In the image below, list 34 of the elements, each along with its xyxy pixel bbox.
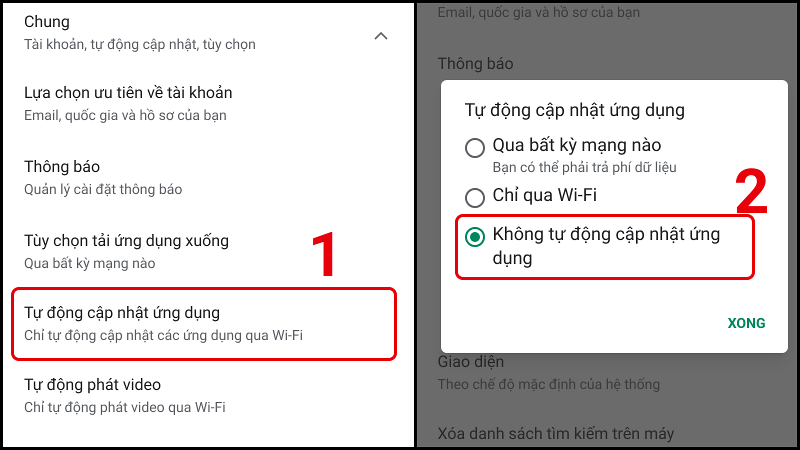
radio-option[interactable]: Qua bất kỳ mạng nào Bạn có thể phải trả phí dữ liệu bbox=[464, 134, 704, 178]
item-title: Thông báo bbox=[438, 53, 515, 75]
settings-item[interactable]: Tự động cập nhật ứng dụng Chỉ tự động cập nhật các ứng dụng qua Wi-Fi bbox=[11, 287, 396, 361]
section-subtitle: Tài khoản, tự động cập nhật, tùy chọn bbox=[24, 36, 256, 55]
settings-item[interactable]: Lựa chọn ưu tiên về tài khoản Email, quốc gia và hồ sơ của bạn bbox=[24, 67, 233, 141]
chevron-up-icon[interactable] bbox=[374, 31, 388, 40]
done-button[interactable]: XONG bbox=[726, 310, 768, 339]
item-subtitle: Quản lý cài đặt thông báo bbox=[24, 181, 182, 200]
section-title: Chung bbox=[24, 11, 71, 33]
step-number: 1 bbox=[308, 225, 344, 287]
item-title: Giao diện bbox=[438, 351, 506, 373]
settings-item[interactable]: Tùy chọn tải ứng dụng xuống Qua bất kỳ mạng nào bbox=[24, 215, 230, 289]
item-title: Thông báo bbox=[24, 156, 102, 178]
item-subtitle: Qua bất kỳ mạng nào bbox=[24, 255, 156, 274]
radio-option[interactable]: Không tự động cập nhật ứng dụng bbox=[454, 214, 754, 280]
item-title: Tự động cập nhật ứng dụng bbox=[24, 302, 222, 324]
settings-item[interactable]: Tự động phát video Chỉ tự động phát video qua Wi-Fi bbox=[24, 359, 226, 433]
item-title: Tự động phát video bbox=[24, 374, 162, 396]
settings-item[interactable]: Thông báo Quản lý cài đặt thông báo bbox=[24, 141, 182, 215]
radio-button[interactable] bbox=[464, 227, 484, 247]
radio-option[interactable]: Chỉ qua Wi-Fi bbox=[464, 184, 704, 208]
option-label: Không tự động cập nhật ứng dụng bbox=[492, 223, 722, 271]
radio-button[interactable] bbox=[464, 188, 484, 208]
option-label: Chỉ qua Wi-Fi bbox=[492, 184, 598, 208]
dialog-title: Tự động cập nhật ứng dụng bbox=[464, 99, 686, 123]
item-subtitle: Email, quốc gia và hồ sơ của bạn bbox=[24, 107, 228, 126]
option-label: Qua bất kỳ mạng nào bbox=[492, 134, 663, 158]
item-title: Tùy chọn tải ứng dụng xuống bbox=[24, 230, 230, 252]
option-subtitle: Bạn có thể phải trả phí dữ liệu bbox=[492, 159, 677, 178]
item-subtitle: Chỉ tự động cập nhật các ứng dụng qua Wi-Fi bbox=[24, 327, 304, 346]
item-title: Lựa chọn ưu tiên về tài khoản bbox=[24, 82, 233, 104]
radio-button[interactable] bbox=[464, 138, 484, 158]
item-subtitle: Chỉ tự động phát video qua Wi-Fi bbox=[24, 399, 226, 418]
item-title: Xóa danh sách tìm kiếm trên máy bbox=[438, 423, 676, 445]
